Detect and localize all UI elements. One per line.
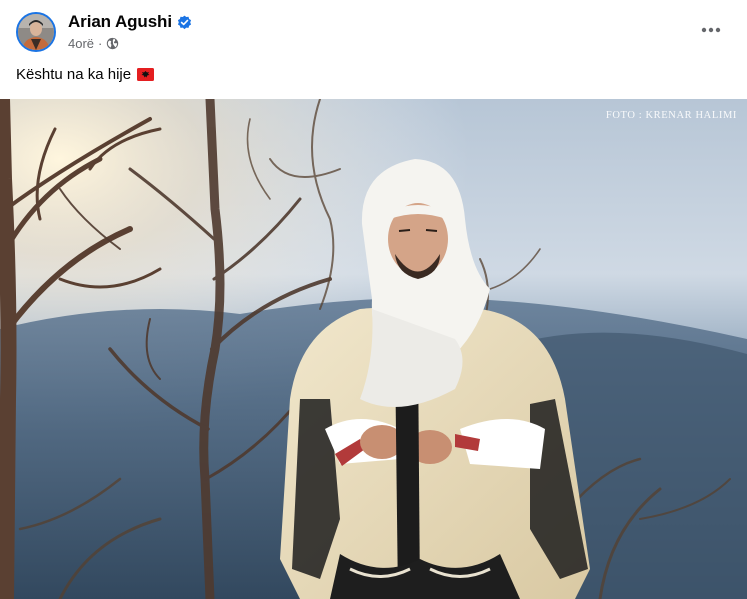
post-timestamp[interactable]: 4orë	[68, 36, 94, 51]
avatar-image	[18, 14, 54, 50]
globe-icon[interactable]	[106, 37, 119, 50]
author-name[interactable]: Arian Agushi	[68, 12, 172, 32]
verified-badge-icon	[177, 15, 192, 30]
author-name-row: Arian Agushi	[68, 12, 192, 32]
albania-flag-icon	[137, 68, 155, 81]
more-options-button[interactable]	[693, 14, 729, 46]
photo-credit: FOTO : KRENAR HALIMI	[605, 110, 737, 121]
post-photo[interactable]: FOTO : KRENAR HALIMI	[0, 99, 747, 599]
meta-separator: ·	[98, 35, 103, 51]
post-meta: 4orë ·	[68, 35, 119, 51]
more-horizontal-icon	[701, 27, 721, 33]
post-caption: Kështu na ka hije	[16, 66, 155, 83]
author-avatar[interactable]	[16, 12, 56, 52]
caption-text: Kështu na ka hije	[16, 66, 132, 83]
photo-image	[0, 99, 747, 599]
post-header: Arian Agushi 4orë ·	[0, 0, 747, 60]
facebook-post: Arian Agushi 4orë · Kështu na ka hije FO…	[0, 0, 747, 599]
